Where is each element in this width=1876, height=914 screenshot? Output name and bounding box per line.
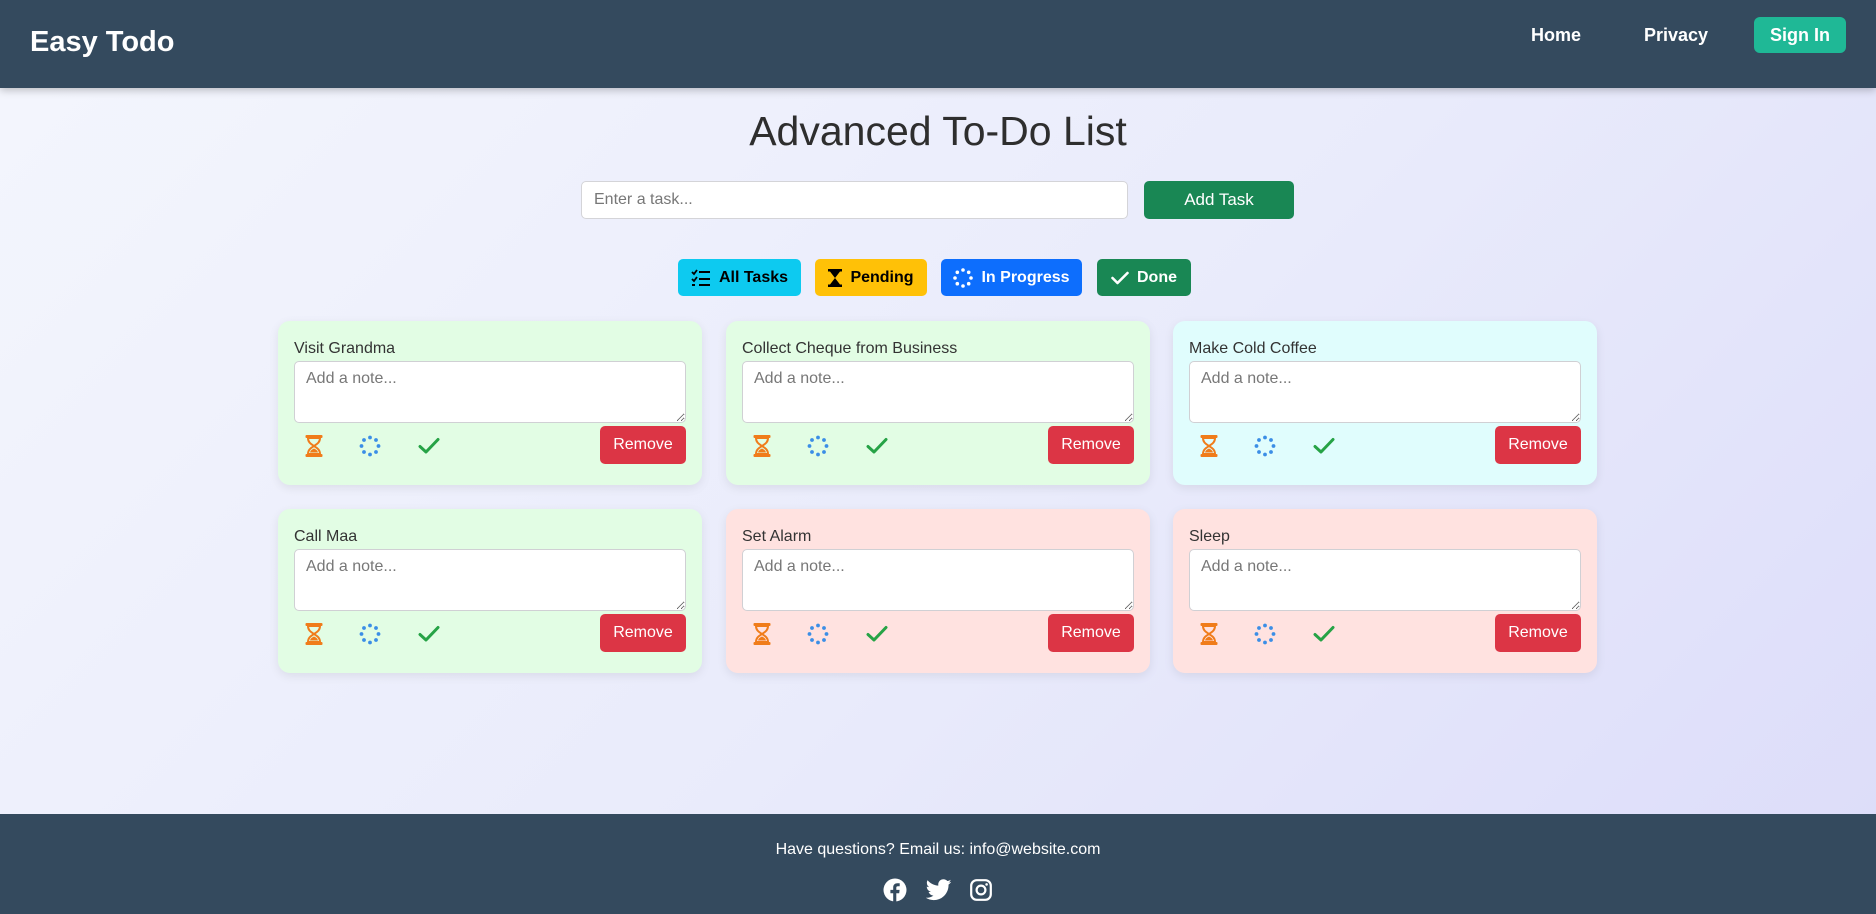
spinner-icon[interactable]: [357, 433, 383, 459]
task-note-input[interactable]: [1189, 549, 1581, 611]
hourglass-icon[interactable]: [1196, 621, 1222, 647]
facebook-icon[interactable]: [882, 877, 908, 903]
check-icon[interactable]: [416, 433, 442, 459]
filter-pending-button[interactable]: Pending: [815, 259, 927, 296]
filter-in-progress-label: In Progress: [981, 268, 1070, 286]
task-input[interactable]: [581, 181, 1128, 219]
task-card: Call Maa Remove: [278, 509, 702, 673]
task-note-input[interactable]: [294, 549, 686, 611]
task-title: Call Maa: [294, 528, 358, 545]
task-title: Visit Grandma: [294, 340, 396, 357]
task-title: Set Alarm: [742, 528, 812, 545]
check-icon[interactable]: [1311, 621, 1337, 647]
check-icon[interactable]: [864, 621, 890, 647]
task-title: Make Cold Coffee: [1189, 340, 1317, 357]
task-card: Set Alarm Remove: [726, 509, 1150, 673]
remove-task-button[interactable]: Remove: [600, 614, 686, 652]
navbar: Easy Todo Home Privacy Sign In: [0, 0, 1876, 88]
instagram-icon[interactable]: [968, 877, 994, 903]
remove-task-button[interactable]: Remove: [600, 426, 686, 464]
remove-task-button[interactable]: Remove: [1048, 614, 1134, 652]
task-card: Make Cold Coffee Remove: [1173, 321, 1597, 485]
hourglass-icon[interactable]: [749, 621, 775, 647]
remove-task-button[interactable]: Remove: [1495, 426, 1581, 464]
task-card: Visit Grandma Remove: [278, 321, 702, 485]
footer: Have questions? Email us: info@website.c…: [0, 814, 1876, 914]
brand-logo[interactable]: Easy Todo: [30, 26, 175, 59]
footer-contact-text: Have questions? Email us: info@website.c…: [775, 841, 1101, 858]
check-icon[interactable]: [864, 433, 890, 459]
filter-done-button[interactable]: Done: [1097, 259, 1191, 296]
spinner-icon: [953, 267, 974, 288]
spinner-icon[interactable]: [805, 621, 831, 647]
check-icon[interactable]: [1311, 433, 1337, 459]
task-title: Collect Cheque from Business: [742, 340, 958, 357]
task-note-input[interactable]: [294, 361, 686, 423]
filter-all-tasks-button[interactable]: All Tasks: [678, 259, 801, 296]
task-note-input[interactable]: [742, 361, 1134, 423]
hourglass-icon[interactable]: [749, 433, 775, 459]
filter-pending-label: Pending: [850, 268, 914, 286]
nav-home-link[interactable]: Home: [1531, 25, 1581, 46]
task-title: Sleep: [1189, 528, 1230, 545]
check-icon: [1111, 271, 1129, 285]
spinner-icon[interactable]: [357, 621, 383, 647]
remove-task-button[interactable]: Remove: [1048, 426, 1134, 464]
filter-done-label: Done: [1137, 268, 1177, 286]
page-title: Advanced To-Do List: [749, 108, 1127, 154]
nav-privacy-link[interactable]: Privacy: [1644, 25, 1708, 46]
spinner-icon[interactable]: [805, 433, 831, 459]
add-task-button[interactable]: Add Task: [1144, 181, 1294, 219]
sign-in-button[interactable]: Sign In: [1754, 17, 1846, 53]
hourglass-icon[interactable]: [301, 621, 327, 647]
task-card: Sleep Remove: [1173, 509, 1597, 673]
twitter-icon[interactable]: [926, 877, 952, 903]
remove-task-button[interactable]: Remove: [1495, 614, 1581, 652]
hourglass-icon[interactable]: [1196, 433, 1222, 459]
task-note-input[interactable]: [742, 549, 1134, 611]
task-card: Collect Cheque from Business Remove: [726, 321, 1150, 485]
hourglass-icon: [828, 268, 843, 287]
checklist-icon: [691, 268, 711, 287]
task-note-input[interactable]: [1189, 361, 1581, 423]
hourglass-icon[interactable]: [301, 433, 327, 459]
check-icon[interactable]: [416, 621, 442, 647]
spinner-icon[interactable]: [1252, 433, 1278, 459]
filter-in-progress-button[interactable]: In Progress: [941, 259, 1082, 296]
spinner-icon[interactable]: [1252, 621, 1278, 647]
filter-all-tasks-label: All Tasks: [718, 268, 789, 286]
